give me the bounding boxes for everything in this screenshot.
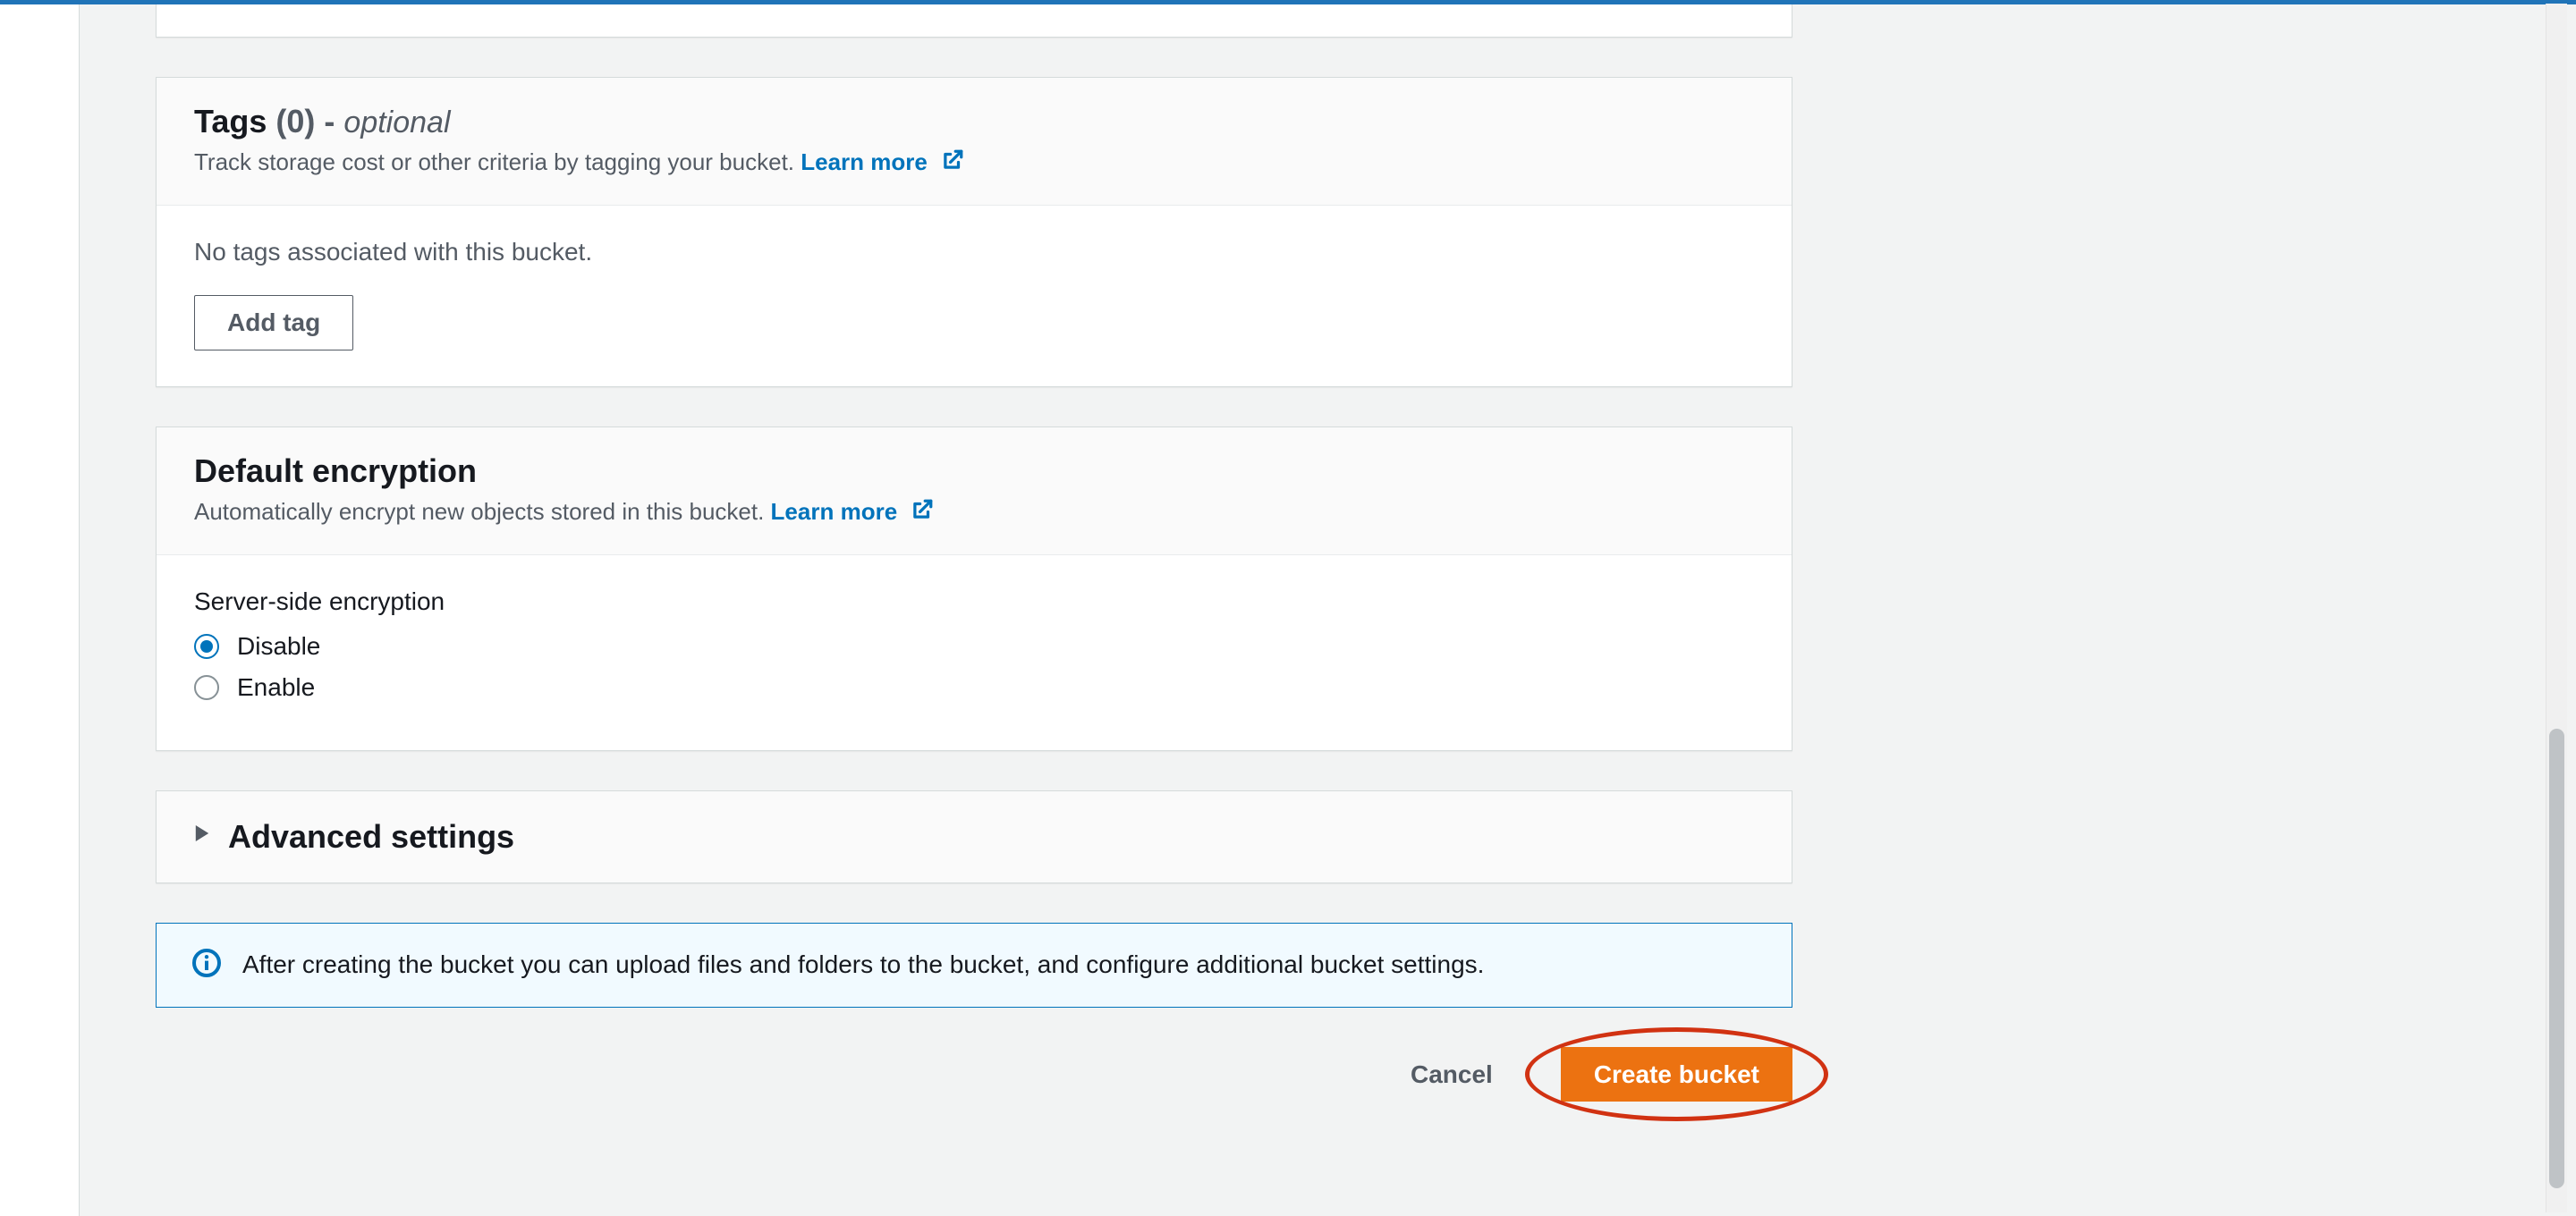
external-link-icon	[911, 497, 934, 529]
tags-optional: optional	[343, 106, 450, 139]
add-tag-button[interactable]: Add tag	[194, 295, 353, 350]
page-outer: Tags (0) - optional Track storage cost o…	[79, 0, 2576, 1216]
tags-title: Tags (0) - optional	[194, 103, 1754, 140]
external-link-icon	[941, 148, 964, 180]
create-bucket-button[interactable]: Create bucket	[1561, 1047, 1792, 1102]
sse-enable-label: Enable	[237, 673, 315, 702]
tags-body: No tags associated with this bucket. Add…	[157, 206, 1792, 385]
encryption-learn-more-link[interactable]: Learn more	[771, 498, 935, 525]
tags-learn-more-text: Learn more	[801, 148, 928, 175]
tags-dash: -	[324, 103, 335, 139]
encryption-title: Default encryption	[194, 452, 1754, 490]
vertical-scrollbar-thumb[interactable]	[2549, 729, 2564, 1188]
info-icon	[192, 949, 221, 982]
radio-icon-selected	[194, 634, 219, 659]
sse-disable-label: Disable	[237, 632, 320, 661]
caret-right-icon	[194, 823, 210, 849]
viewport: Tags (0) - optional Track storage cost o…	[0, 0, 2576, 1216]
tags-section: Tags (0) - optional Track storage cost o…	[156, 77, 1792, 387]
sse-radio-enable[interactable]: Enable	[194, 673, 1754, 702]
tags-description: Track storage cost or other criteria by …	[194, 148, 794, 175]
create-button-wrap: Create bucket	[1561, 1047, 1792, 1102]
form-column: Tags (0) - optional Track storage cost o…	[156, 0, 1792, 1102]
advanced-settings-title: Advanced settings	[228, 818, 514, 856]
encryption-learn-more-text: Learn more	[771, 498, 898, 525]
tags-header: Tags (0) - optional Track storage cost o…	[157, 78, 1792, 206]
cancel-button[interactable]: Cancel	[1378, 1048, 1525, 1102]
encryption-description: Automatically encrypt new objects stored…	[194, 498, 764, 525]
info-text: After creating the bucket you can upload…	[242, 950, 1484, 979]
encryption-section: Default encryption Automatically encrypt…	[156, 426, 1792, 751]
encryption-header: Default encryption Automatically encrypt…	[157, 427, 1792, 555]
tags-learn-more-link[interactable]: Learn more	[801, 148, 964, 175]
tags-empty-text: No tags associated with this bucket.	[194, 238, 1754, 266]
action-row: Cancel Create bucket	[156, 1047, 1792, 1102]
info-callout: After creating the bucket you can upload…	[156, 923, 1792, 1008]
tags-count: (0)	[275, 103, 315, 139]
previous-section-stub	[156, 0, 1792, 38]
advanced-settings-toggle[interactable]: Advanced settings	[156, 790, 1792, 883]
encryption-body: Server-side encryption Disable Enable	[157, 555, 1792, 750]
encryption-description-row: Automatically encrypt new objects stored…	[194, 495, 1754, 529]
sse-radio-disable[interactable]: Disable	[194, 632, 1754, 661]
radio-icon-unselected	[194, 675, 219, 700]
tags-title-main: Tags	[194, 103, 267, 139]
tags-description-row: Track storage cost or other criteria by …	[194, 146, 1754, 180]
vertical-scrollbar[interactable]	[2546, 4, 2567, 1212]
sse-field-label: Server-side encryption	[194, 587, 1754, 616]
top-accent-bar	[0, 0, 2576, 4]
